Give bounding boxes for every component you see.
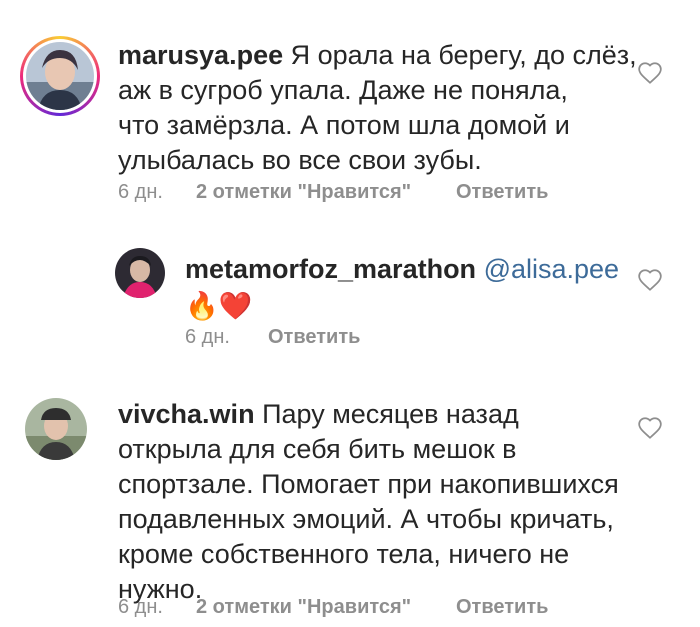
comment-item: marusya.pee Я орала на берегу, до слёз, … (0, 0, 700, 220)
comment-body-line: подавленных эмоций. А чтобы кричать, (118, 504, 614, 534)
comment-body-line: что замёрзла. А потом шла домой и (118, 110, 570, 140)
comment-meta: 6 дн. 2 отметки "Нравится" Ответить (118, 181, 548, 204)
comment-username[interactable]: marusya.pee (118, 40, 283, 70)
comment-body-line: открыла для себя бить мешок в (118, 434, 517, 464)
reply-button[interactable]: Ответить (268, 326, 360, 349)
reply-button[interactable]: Ответить (456, 181, 548, 204)
comment-text: marusya.pee Я орала на берегу, до слёз, … (118, 38, 638, 178)
comment-text: vivcha.win Пару месяцев назад открыла дл… (118, 397, 638, 607)
emoji-text: 🔥❤️ (185, 291, 253, 321)
comment-text: metamorfoz_marathon @alisa.pee 🔥❤️ (185, 252, 625, 324)
comment-username[interactable]: vivcha.win (118, 399, 255, 429)
comment-meta: 6 дн. Ответить (185, 326, 360, 349)
comment-body-line: улыбалась во все свои зубы. (118, 145, 482, 175)
comment-body-line: аж в сугроб упала. Даже не поняла, (118, 75, 568, 105)
comment-body-line: Пару месяцев назад (262, 399, 519, 429)
reply-button[interactable]: Ответить (456, 596, 548, 619)
heart-outline-icon[interactable] (637, 267, 663, 293)
story-ring[interactable] (20, 36, 100, 116)
comment-body-line: кроме собственного тела, ничего не (118, 539, 570, 569)
likes-count-link[interactable]: 2 отметки "Нравится" (196, 181, 456, 204)
heart-outline-icon[interactable] (637, 60, 663, 86)
comment-time: 6 дн. (118, 596, 163, 618)
likes-count-link[interactable]: 2 отметки "Нравится" (196, 596, 456, 619)
avatar[interactable] (25, 398, 87, 460)
comment-time: 6 дн. (118, 181, 163, 203)
avatar[interactable] (26, 42, 94, 110)
mention-link[interactable]: @alisa.pee (484, 254, 620, 284)
avatar[interactable] (115, 248, 165, 298)
comment-username[interactable]: metamorfoz_marathon (185, 254, 476, 284)
comment-body-line: Я орала на берегу, до слёз, (290, 40, 637, 70)
comment-reply-item: metamorfoz_marathon @alisa.pee 🔥❤️ 6 дн.… (0, 220, 700, 370)
heart-outline-icon[interactable] (637, 415, 663, 441)
comment-item: vivcha.win Пару месяцев назад открыла дл… (0, 370, 700, 627)
comment-meta: 6 дн. 2 отметки "Нравится" Ответить (118, 596, 548, 619)
comment-body-line: спортзале. Помогает при накопившихся (118, 469, 619, 499)
comment-time: 6 дн. (185, 326, 230, 348)
